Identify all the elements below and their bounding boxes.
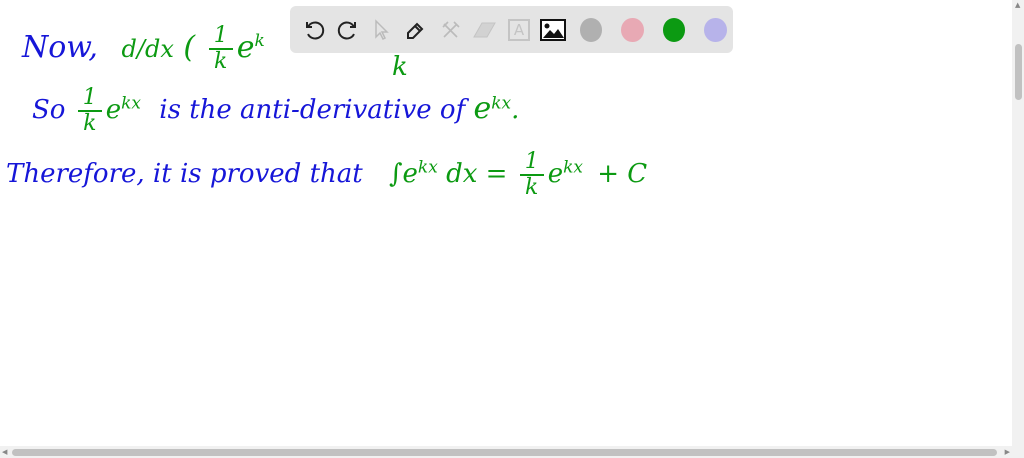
- redo-button[interactable]: [334, 15, 361, 44]
- vertical-scrollbar[interactable]: ▲: [1012, 0, 1024, 446]
- ink-exp: k: [254, 31, 265, 51]
- vertical-scroll-thumb[interactable]: [1015, 44, 1022, 100]
- ink-fragment: k: [392, 52, 408, 82]
- color-swatch-green[interactable]: [662, 17, 686, 42]
- ink-base: e: [105, 95, 122, 125]
- ink-integral: ∫e: [388, 159, 418, 189]
- ink-base: e: [547, 159, 564, 189]
- ink-fraction: 1k: [77, 86, 102, 136]
- frac-num: 1: [208, 24, 233, 50]
- ink-text: Now,: [22, 30, 98, 65]
- pen-tool[interactable]: [403, 15, 430, 44]
- note-line-1: Now, d/dx ( 1 k ek: [22, 24, 265, 74]
- pen-icon: [407, 22, 424, 39]
- scroll-up-icon[interactable]: ▲: [1015, 1, 1020, 9]
- tools-icon: [441, 20, 460, 38]
- color-swatch-pink[interactable]: [621, 17, 644, 42]
- ink-fraction: 1k: [519, 150, 544, 200]
- color-swatch-lavender[interactable]: [704, 17, 727, 42]
- ink-text: So: [32, 95, 66, 125]
- ink-exp: kx: [121, 93, 142, 114]
- frac-den: k: [83, 111, 97, 136]
- select-tool[interactable]: [368, 15, 395, 44]
- ink-base: e: [473, 91, 492, 126]
- note-line-3: Therefore, it is proved that ∫ekx dx = 1…: [6, 150, 647, 200]
- frac-den: k: [214, 49, 228, 74]
- text-tool[interactable]: A: [505, 15, 532, 44]
- ink-dx: dx =: [446, 159, 508, 189]
- image-icon: [540, 18, 567, 41]
- ink-text: Therefore, it is proved that: [6, 159, 363, 189]
- frac-num: 1: [519, 150, 544, 176]
- undo-icon: [305, 21, 324, 39]
- drawing-toolbar: A: [290, 6, 733, 53]
- scroll-right-icon[interactable]: ▶: [1005, 448, 1010, 456]
- eraser-icon: [472, 22, 496, 37]
- eraser-tool[interactable]: [471, 15, 498, 44]
- ink-exp: kx: [417, 157, 438, 178]
- frac-num: 1: [77, 86, 102, 112]
- image-tool[interactable]: [540, 15, 567, 44]
- note-line-2: So 1 k ekx is the anti-derivative of ekx.: [32, 86, 519, 136]
- select-icon: [375, 18, 389, 40]
- ink-exp: kx: [563, 157, 583, 178]
- horizontal-scrollbar[interactable]: ◀ ▶: [0, 446, 1024, 458]
- undo-button[interactable]: [300, 15, 327, 44]
- redo-icon: [337, 21, 356, 39]
- horizontal-scroll-thumb[interactable]: [12, 449, 997, 456]
- ink-base: e: [236, 30, 255, 65]
- ink-exp: kx: [491, 93, 512, 114]
- ink-paren: (: [183, 30, 196, 65]
- ink-period: .: [511, 95, 520, 125]
- color-swatch-gray[interactable]: [579, 17, 603, 42]
- tools-button[interactable]: [437, 15, 464, 44]
- ink-derivative: d/dx: [121, 35, 174, 63]
- ink-fraction: 1k: [208, 24, 233, 74]
- text-icon: A: [508, 18, 531, 41]
- scroll-left-icon[interactable]: ◀: [2, 448, 7, 456]
- ink-constant: + C: [597, 159, 648, 189]
- frac-den: k: [525, 175, 539, 200]
- ink-text: is the anti-derivative of: [159, 95, 466, 125]
- whiteboard-canvas[interactable]: Now, d/dx ( 1 k ek k So 1 k ekx is the anti-…: [0, 0, 1012, 446]
